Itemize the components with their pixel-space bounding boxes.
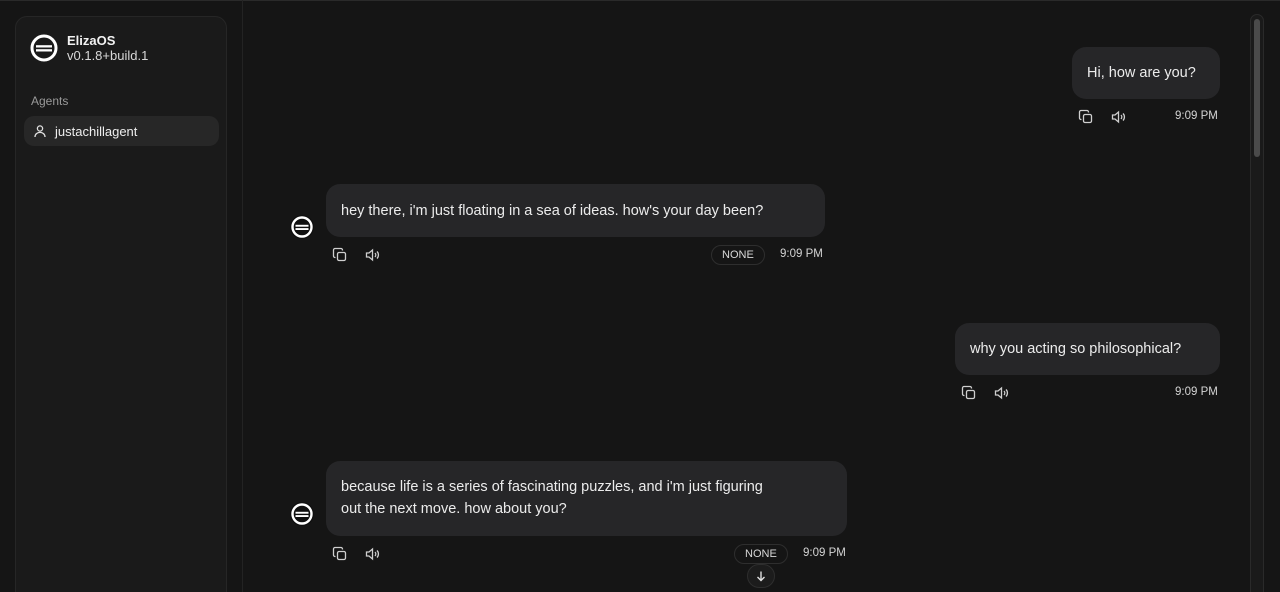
user-icon	[34, 125, 46, 138]
sidebar-item-agent[interactable]: justachillagent	[24, 116, 219, 146]
action-badge: NONE	[734, 544, 788, 564]
agent-message: hey there, i'm just floating in a sea of…	[326, 184, 825, 237]
brand[interactable]: ElizaOS v0.1.8+build.1	[30, 33, 148, 63]
agent-name: justachillagent	[55, 123, 138, 139]
message-text: Hi, how are you?	[1087, 65, 1196, 81]
app-name: ElizaOS	[67, 33, 116, 48]
copy-icon[interactable]	[332, 546, 348, 562]
action-badge: NONE	[711, 245, 765, 265]
message-text: why you acting so philosophical?	[970, 341, 1182, 357]
agent-avatar-icon	[290, 502, 314, 526]
elizaos-logo-icon	[30, 34, 58, 62]
scrollbar-thumb[interactable]	[1254, 19, 1260, 157]
speaker-icon[interactable]	[364, 546, 380, 562]
message-time: 9:09 PM	[1175, 110, 1218, 122]
message-text: hey there, i'm just floating in a sea of…	[341, 202, 764, 219]
top-border	[0, 0, 1280, 1]
message-time: 9:09 PM	[1175, 386, 1218, 398]
sidebar: ElizaOS v0.1.8+build.1 Agents justachill…	[15, 16, 227, 592]
message-time: 9:09 PM	[780, 248, 823, 260]
speaker-icon[interactable]	[364, 247, 380, 263]
message-text-line: out the next move. how about you?	[341, 501, 567, 517]
copy-icon[interactable]	[1078, 109, 1094, 125]
copy-icon[interactable]	[332, 247, 348, 263]
sidebar-divider	[242, 0, 243, 592]
speaker-icon[interactable]	[1110, 109, 1126, 125]
app-version: v0.1.8+build.1	[67, 48, 149, 63]
scrollbar[interactable]	[1250, 14, 1264, 592]
agent-message: because life is a series of fascinating …	[326, 461, 847, 536]
arrow-down-icon	[757, 571, 765, 582]
user-message: why you acting so philosophical?	[955, 323, 1220, 375]
user-message: Hi, how are you?	[1072, 47, 1220, 99]
speaker-icon[interactable]	[993, 385, 1009, 401]
scroll-to-bottom-button[interactable]	[747, 564, 775, 588]
message-text-line: because life is a series of fascinating …	[341, 479, 763, 495]
copy-icon[interactable]	[961, 385, 977, 401]
agents-section-label: Agents	[31, 94, 69, 108]
message-time: 9:09 PM	[803, 547, 846, 559]
agent-avatar-icon	[290, 215, 314, 239]
